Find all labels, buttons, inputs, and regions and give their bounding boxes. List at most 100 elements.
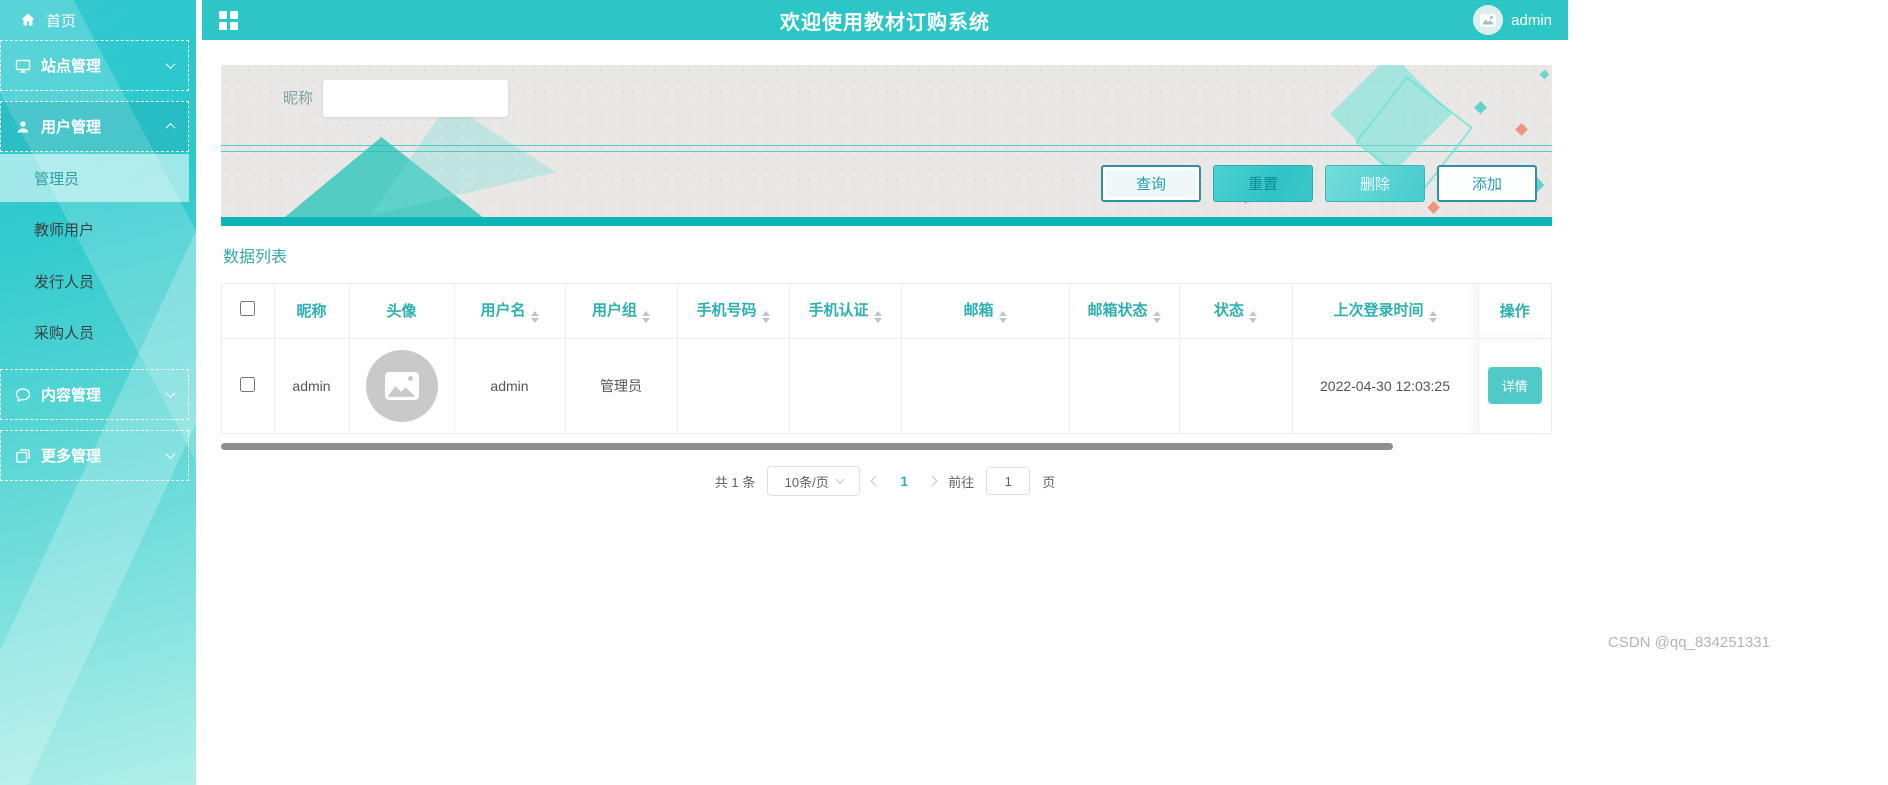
- sidebar-item-admins[interactable]: 管理员: [0, 154, 189, 202]
- avatar: [365, 349, 438, 422]
- sort-icon[interactable]: [1249, 310, 1257, 323]
- sort-icon[interactable]: [642, 310, 650, 323]
- add-button[interactable]: 添加: [1437, 165, 1537, 202]
- total-count-label: 共 1 条: [714, 474, 756, 490]
- goto-label: 前往: [948, 474, 975, 490]
- cell-group: 管理员: [565, 338, 678, 433]
- filter-panel: 昵称 查询 重置 删除 添加: [221, 65, 1552, 226]
- user-menu[interactable]: admin: [1473, 0, 1552, 40]
- decor-strip: [221, 217, 1552, 226]
- data-table: 昵称 头像 用户名 用户组 手机号码 手机认证 邮箱 邮箱状态 状态 上次登录时…: [221, 283, 1552, 434]
- sort-icon[interactable]: [873, 310, 882, 323]
- sidebar-item-home[interactable]: 首页: [0, 0, 196, 40]
- avatar: [1473, 5, 1504, 35]
- column-header-actions: 操作: [1478, 284, 1551, 339]
- user-icon: [15, 119, 31, 135]
- decor-dot: [1539, 69, 1550, 80]
- top-bar: 欢迎使用教材订购系统 admin: [202, 0, 1568, 40]
- table-header-row: 昵称 头像 用户名 用户组 手机号码 手机认证 邮箱 邮箱状态 状态 上次登录时…: [222, 284, 1551, 339]
- sort-icon[interactable]: [1428, 310, 1437, 323]
- column-header-username[interactable]: 用户名: [454, 284, 566, 339]
- prev-page-button[interactable]: [870, 475, 882, 487]
- chevron-down-icon: [165, 388, 176, 399]
- chevron-down-icon: [165, 449, 176, 460]
- cell-email: [901, 338, 1070, 433]
- next-page-button[interactable]: [926, 475, 938, 487]
- sidebar-item-more-management[interactable]: 更多管理: [0, 430, 189, 481]
- decor-dot: [1474, 101, 1487, 114]
- chevron-down-icon: [835, 475, 844, 484]
- sidebar-subitem-label: 教师用户: [34, 221, 95, 239]
- sidebar-item-label: 内容管理: [41, 387, 102, 404]
- sidebar-item-label: 用户管理: [41, 119, 102, 136]
- row-select-cell: [222, 338, 275, 433]
- watermark: CSDN @qq_834251331: [1607, 634, 1770, 651]
- page-title: 欢迎使用教材订购系统: [780, 11, 990, 34]
- sidebar-item-teacher-users[interactable]: 教师用户: [0, 205, 189, 253]
- cell-phone-verified: [789, 338, 902, 433]
- sidebar-item-label: 更多管理: [41, 448, 102, 465]
- section-title: 数据列表: [223, 249, 288, 266]
- column-header-email[interactable]: 邮箱: [901, 284, 1070, 339]
- row-checkbox[interactable]: [240, 376, 256, 392]
- sidebar-item-procurement-staff[interactable]: 采购人员: [0, 308, 189, 356]
- query-button[interactable]: 查询: [1101, 165, 1201, 202]
- sidebar-item-site-management[interactable]: 站点管理: [0, 40, 189, 91]
- chevron-up-icon: [165, 122, 176, 133]
- select-all-cell: [222, 284, 275, 339]
- page-unit-label: 页: [1042, 474, 1056, 490]
- image-icon: [1480, 13, 1497, 27]
- cell-nickname: admin: [274, 338, 350, 433]
- sort-icon[interactable]: [1152, 310, 1161, 323]
- sidebar-item-content-management[interactable]: 内容管理: [0, 369, 189, 420]
- sidebar-subitem-label: 管理员: [34, 170, 80, 188]
- sidebar-subitem-label: 发行人员: [34, 273, 95, 291]
- sort-icon[interactable]: [761, 310, 770, 323]
- cell-avatar: [349, 338, 455, 433]
- decor-line: [221, 145, 1552, 146]
- page-size-value: 10条/页: [784, 474, 829, 490]
- cell-status: [1179, 338, 1293, 433]
- column-header-phone[interactable]: 手机号码: [677, 284, 790, 339]
- sort-icon[interactable]: [998, 310, 1007, 323]
- main-content: 昵称 查询 重置 删除 添加 数据列表 昵称 头像 用户名 用户组 手机号码 手…: [202, 40, 1568, 785]
- filter-buttons: 查询 重置 删除 添加: [1101, 165, 1537, 202]
- horizontal-scrollbar[interactable]: [221, 443, 1393, 450]
- select-all-checkbox[interactable]: [240, 301, 256, 317]
- chevron-down-icon: [165, 59, 176, 70]
- home-icon: [20, 12, 36, 28]
- cell-actions: 详情: [1478, 338, 1551, 433]
- decor-line: [221, 151, 1552, 152]
- page-size-select[interactable]: 10条/页: [767, 466, 861, 496]
- nickname-input[interactable]: [323, 80, 509, 117]
- app-window: 首页 站点管理 用户管理 管理员 教师用户 发行人员 采购人员 内容管理 更多管…: [0, 0, 1568, 785]
- nickname-filter: 昵称: [283, 80, 509, 117]
- sidebar-subitem-label: 采购人员: [34, 324, 95, 342]
- detail-button[interactable]: 详情: [1487, 367, 1542, 405]
- column-header-last-login[interactable]: 上次登录时间: [1292, 284, 1479, 339]
- page-number[interactable]: 1: [892, 473, 916, 489]
- sidebar-item-publishing-staff[interactable]: 发行人员: [0, 257, 189, 305]
- column-header-group[interactable]: 用户组: [565, 284, 678, 339]
- sidebar-item-label: 首页: [46, 12, 77, 30]
- image-icon: [384, 371, 419, 400]
- column-header-status[interactable]: 状态: [1179, 284, 1293, 339]
- reset-button[interactable]: 重置: [1213, 165, 1313, 202]
- column-header-email-status[interactable]: 邮箱状态: [1069, 284, 1180, 339]
- comment-icon: [15, 387, 31, 403]
- sidebar-item-user-management[interactable]: 用户管理: [0, 101, 189, 152]
- column-header-nickname: 昵称: [274, 284, 350, 339]
- menu-grid-icon[interactable]: [219, 10, 238, 30]
- sort-icon[interactable]: [530, 310, 539, 323]
- table-row: admin admin 管理员 2022-04-30 12:03:25 详情: [222, 338, 1551, 433]
- delete-button[interactable]: 删除: [1325, 165, 1425, 202]
- column-header-phone-verified[interactable]: 手机认证: [789, 284, 902, 339]
- column-header-avatar: 头像: [349, 284, 455, 339]
- decor-dot: [1427, 201, 1440, 214]
- decor-dot: [1515, 123, 1528, 136]
- goto-page-input[interactable]: [986, 467, 1031, 495]
- documents-icon: [15, 448, 31, 464]
- username-label: admin: [1511, 11, 1552, 29]
- cell-email-status: [1069, 338, 1180, 433]
- nickname-label: 昵称: [283, 90, 314, 107]
